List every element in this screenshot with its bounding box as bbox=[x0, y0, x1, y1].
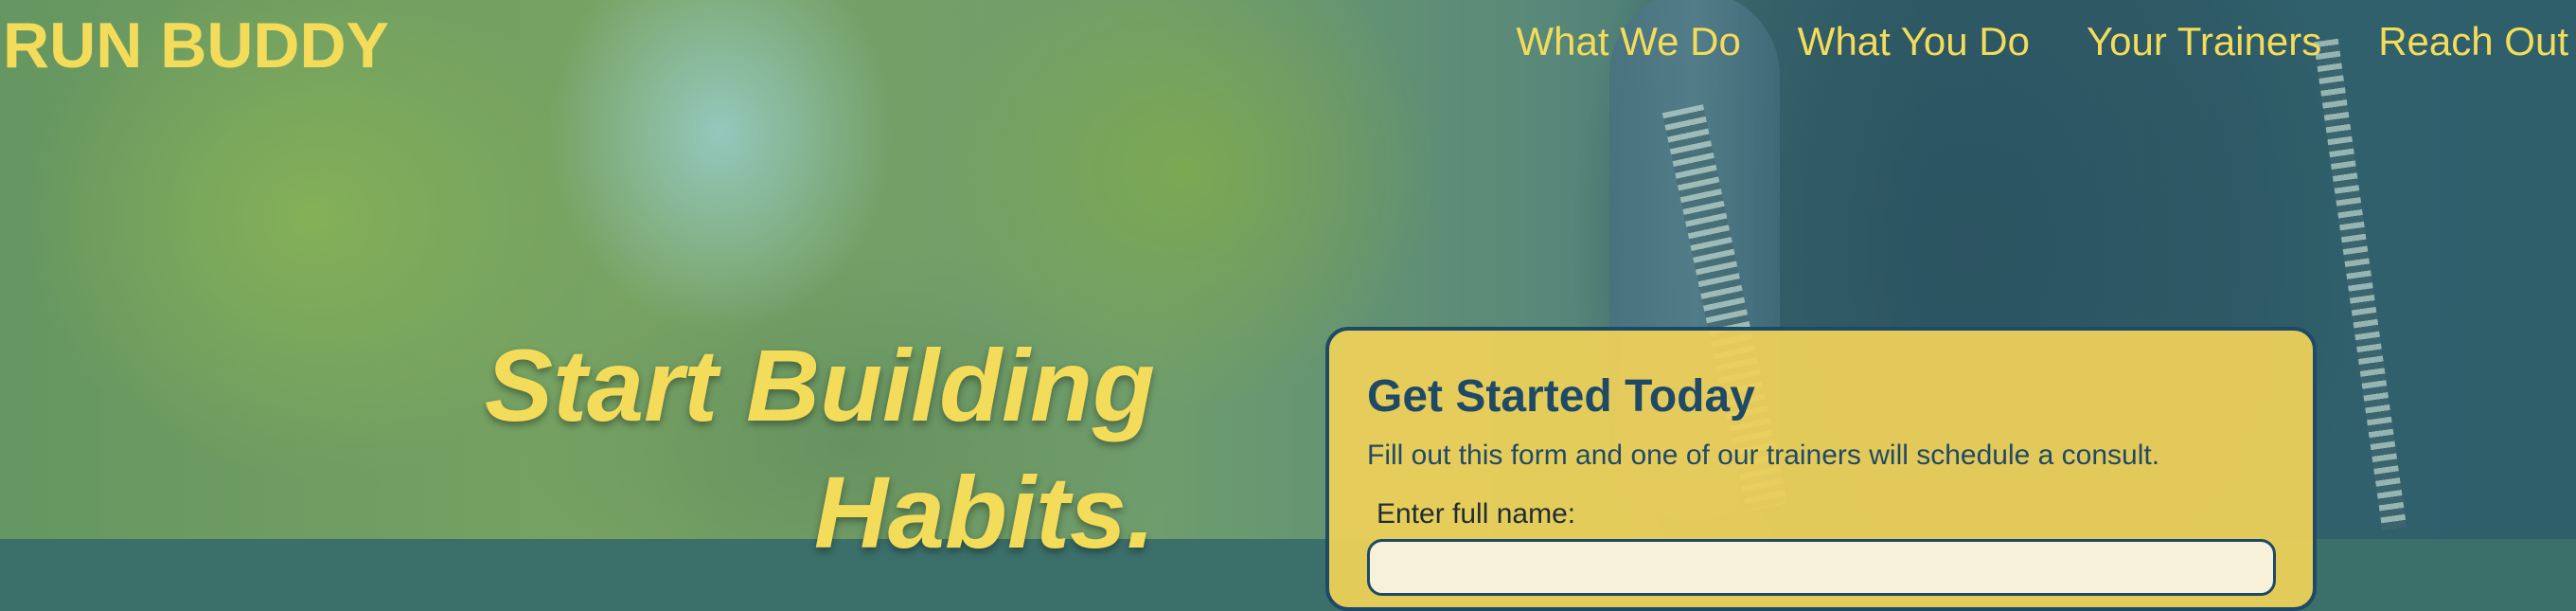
hero-headline-line-2: Habits. bbox=[813, 455, 1155, 569]
full-name-input[interactable] bbox=[1367, 539, 2276, 596]
nav-link-your-trainers[interactable]: Your Trainers bbox=[2087, 13, 2321, 70]
hero-headline-line-1: Start Building bbox=[485, 328, 1155, 442]
signup-form-card: Get Started Today Fill out this form and… bbox=[1325, 327, 2317, 611]
nav-link-reach-out[interactable]: Reach Out bbox=[2378, 13, 2568, 70]
nav-link-what-you-do[interactable]: What You Do bbox=[1798, 13, 2030, 70]
site-header: RUN BUDDY What We Do What You Do Your Tr… bbox=[0, 0, 2576, 85]
form-subtitle: Fill out this form and one of our traine… bbox=[1367, 440, 2160, 471]
hero-headline: Start Building Habits. bbox=[417, 322, 1155, 576]
main-navigation: What We Do What You Do Your Trainers Rea… bbox=[1517, 13, 2569, 70]
brand-logo[interactable]: RUN BUDDY bbox=[3, 8, 389, 83]
full-name-label: Enter full name: bbox=[1377, 498, 1576, 530]
form-title: Get Started Today bbox=[1367, 371, 1755, 422]
nav-link-what-we-do[interactable]: What We Do bbox=[1517, 13, 1741, 70]
